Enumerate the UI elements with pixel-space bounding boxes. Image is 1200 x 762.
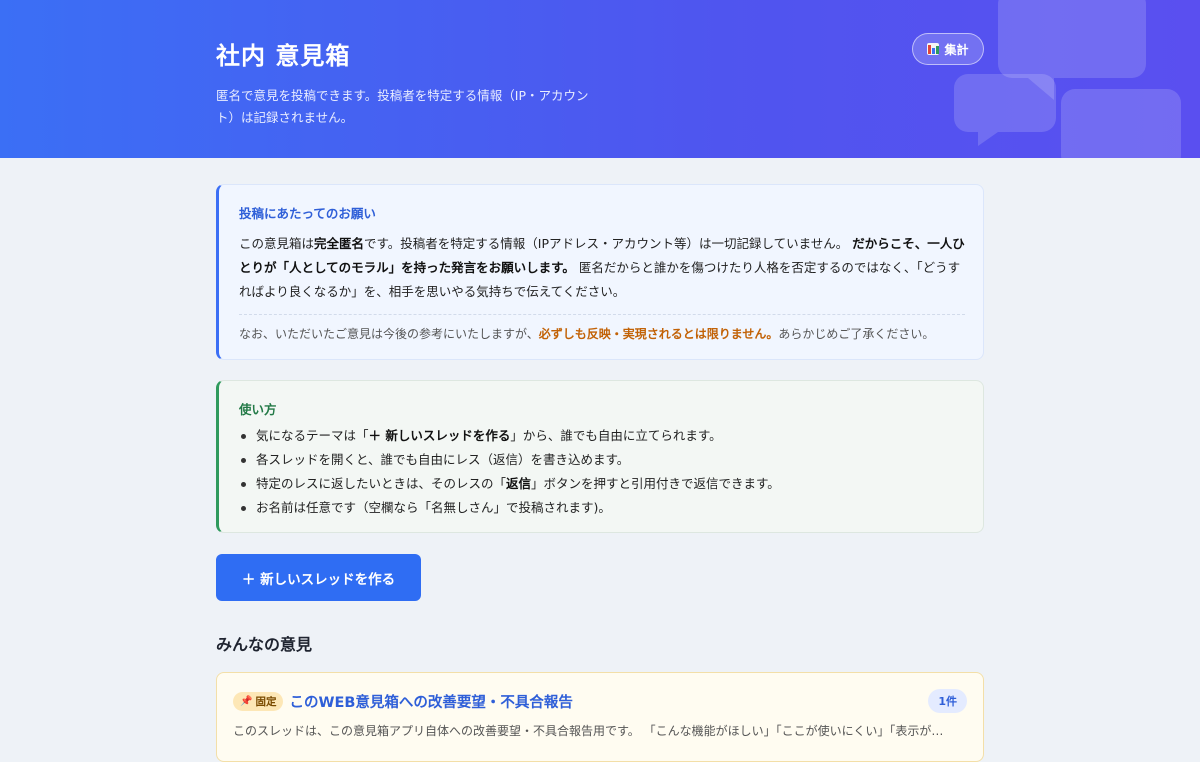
howto-text: 」ボタンを押すと引用付きで返信できます。: [531, 476, 780, 491]
bar-chart-icon: [927, 43, 940, 55]
list-item: 特定のレスに返したいときは、そのレスの「返信」ボタンを押すと引用付きで返信できま…: [239, 472, 965, 496]
reply-count-badge: 1件: [928, 689, 967, 713]
disclaimer-text: あらかじめご了承ください。: [778, 327, 935, 341]
posting-notice: 投稿にあたってのお願い この意見箱は完全匿名です。投稿者を特定する情報（IPアド…: [216, 184, 984, 360]
notice-title: 投稿にあたってのお願い: [239, 206, 376, 221]
how-to-use: 使い方 気になるテーマは「＋ 新しいスレッドを作る」から、誰でも自由に立てられま…: [216, 380, 984, 533]
decorative-bubble: [1061, 89, 1181, 158]
notice-emphasis: 完全匿名: [314, 236, 365, 251]
header-content: 社内 意見箱 匿名で意見を投稿できます。投稿者を特定する情報（IP・アカウント）…: [216, 36, 984, 129]
notice-disclaimer: なお、いただいたご意見は今後の参考にいたしますが、必ずしも反映・実現されるとは限…: [239, 323, 965, 345]
decorative-bubble-tail: [978, 132, 998, 146]
disclaimer-text: なお、いただいたご意見は今後の参考にいたしますが、: [239, 327, 539, 341]
list-item: 気になるテーマは「＋ 新しいスレッドを作る」から、誰でも自由に立てられます。: [239, 424, 965, 448]
thread-card[interactable]: 📌 固定 このWEB意見箱への改善要望・不具合報告 1件 このスレッドは、この意…: [216, 672, 984, 762]
new-thread-button-label: ＋ 新しいスレッドを作る: [241, 571, 396, 588]
decorative-bubble: [998, 0, 1146, 78]
howto-text: 気になるテーマは「: [256, 428, 369, 443]
thread-header: 📌 固定 このWEB意見箱への改善要望・不具合報告 1件: [233, 689, 967, 713]
notice-text: です。投稿者を特定する情報（IPアドレス・アカウント等）は一切記録していません。: [364, 236, 849, 251]
notice-text: この意見箱は: [239, 236, 315, 251]
new-thread-button[interactable]: ＋ 新しいスレッドを作る: [216, 554, 421, 601]
howto-text: 特定のレスに返したいときは、そのレスの「: [256, 476, 507, 491]
stats-button[interactable]: 集計: [912, 33, 984, 65]
stats-button-label: 集計: [944, 42, 969, 57]
page-title: 社内 意見箱: [216, 42, 351, 70]
pinned-badge: 📌 固定: [233, 691, 284, 711]
howto-emphasis: ＋ 新しいスレッドを作る: [368, 428, 511, 443]
list-item: お名前は任意です（空欄なら「名無しさん」で投稿されます)。: [239, 496, 965, 520]
howto-emphasis: 返信: [506, 476, 532, 491]
threads-section-title: みんなの意見: [216, 635, 313, 654]
thread-title-link[interactable]: このWEB意見箱への改善要望・不具合報告: [289, 691, 922, 712]
pinned-label: 固定: [255, 695, 277, 708]
howto-text: 」から、誰でも自由に立てられます。: [510, 428, 722, 443]
page-header: 社内 意見箱 匿名で意見を投稿できます。投稿者を特定する情報（IP・アカウント）…: [0, 0, 1200, 158]
page-subtitle: 匿名で意見を投稿できます。投稿者を特定する情報（IP・アカウント）は記録されませ…: [216, 88, 589, 125]
howto-title: 使い方: [239, 402, 277, 417]
disclaimer-warning: 必ずしも反映・実現されるとは限りません。: [538, 327, 779, 341]
divider: [239, 314, 965, 315]
list-item: 各スレッドを開くと、誰でも自由にレス（返信）を書き込めます。: [239, 448, 965, 472]
main-content: 投稿にあたってのお願い この意見箱は完全匿名です。投稿者を特定する情報（IPアド…: [216, 184, 984, 762]
notice-body: この意見箱は完全匿名です。投稿者を特定する情報（IPアドレス・アカウント等）は一…: [239, 232, 965, 304]
howto-list: 気になるテーマは「＋ 新しいスレッドを作る」から、誰でも自由に立てられます。 各…: [239, 424, 965, 520]
thread-excerpt: このスレッドは、この意見箱アプリ自体への改善要望・不具合報告用です。 「こんな機…: [233, 724, 944, 738]
pin-icon: 📌: [240, 695, 253, 707]
